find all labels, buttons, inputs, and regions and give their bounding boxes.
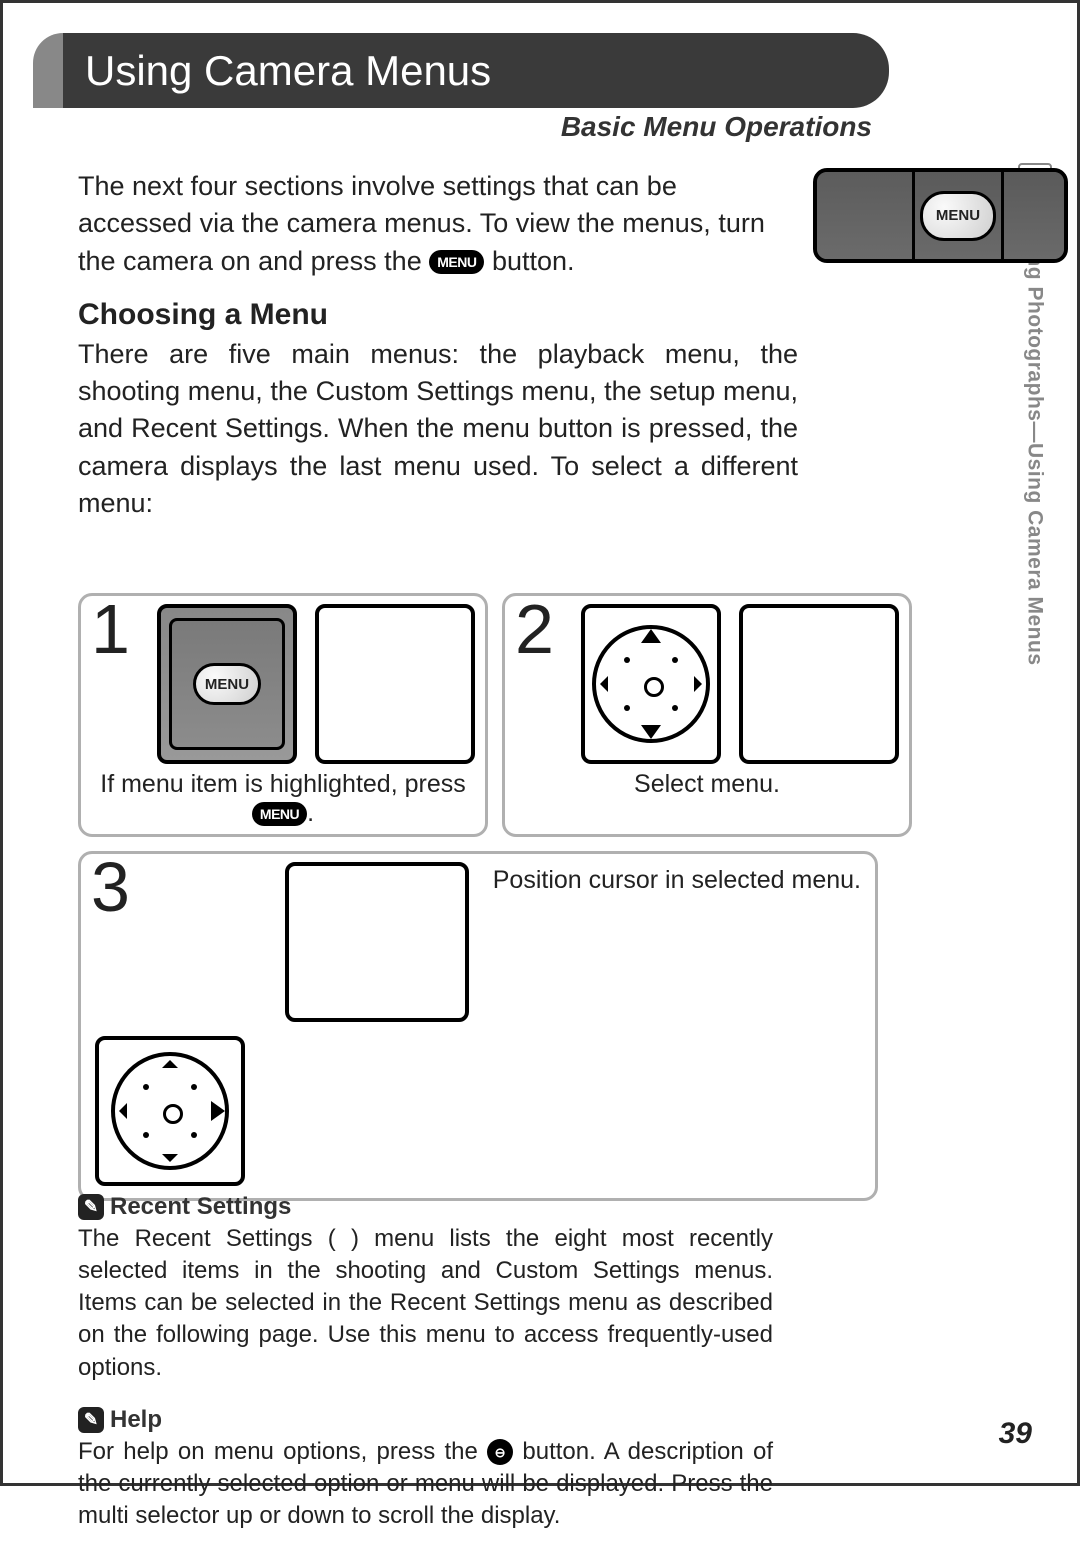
menu-pill-icon: MENU bbox=[429, 250, 484, 274]
step-2: 2 Select menu. bbox=[502, 593, 912, 837]
side-tab-label: Taking Photographs—Using Camera Menus bbox=[1023, 211, 1047, 666]
step-2-selector-illustration bbox=[581, 604, 721, 764]
step-3-screen-illustration bbox=[285, 862, 469, 1022]
step-1-screen-illustration bbox=[315, 604, 475, 764]
step-1-number: 1 bbox=[91, 598, 139, 661]
note-icon: ✎ bbox=[78, 1407, 104, 1433]
intro-text-b: button. bbox=[492, 246, 575, 276]
step-3-selector-illustration bbox=[95, 1036, 245, 1186]
help-body: For help on menu options, press the ⊖ bu… bbox=[78, 1436, 773, 1532]
page-header: Using Camera Menus bbox=[33, 33, 889, 108]
step-3-number: 3 bbox=[91, 856, 139, 919]
lock-key-icon: ⊖ bbox=[487, 1439, 513, 1465]
header-accent bbox=[33, 33, 63, 108]
step-1-caption: If menu item is highlighted, press MENU. bbox=[91, 770, 475, 828]
step-1-camera-illustration: MENU bbox=[157, 604, 297, 764]
page-number: 39 bbox=[999, 1417, 1032, 1451]
step-1: 1 MENU If menu item is highlighted, pres… bbox=[78, 593, 488, 837]
intro-paragraph: The next four sections involve settings … bbox=[78, 168, 798, 280]
notes-section: ✎ Recent Settings The Recent Settings ( … bbox=[78, 1193, 773, 1554]
menu-button-icon: MENU bbox=[920, 191, 996, 241]
main-text-column: The next four sections involve settings … bbox=[78, 168, 798, 538]
multi-selector-icon bbox=[592, 625, 710, 743]
page-title: Using Camera Menus bbox=[63, 33, 889, 108]
step-2-screen-illustration bbox=[739, 604, 899, 764]
help-heading: ✎ Help bbox=[78, 1406, 773, 1434]
step-2-caption: Select menu. bbox=[515, 770, 899, 799]
side-tab: Taking Photographs—Using Camera Menus bbox=[1017, 163, 1052, 863]
menu-pill-icon: MENU bbox=[252, 802, 307, 826]
step-2-number: 2 bbox=[515, 598, 563, 661]
recent-settings-heading: ✎ Recent Settings bbox=[78, 1193, 773, 1221]
multi-selector-icon bbox=[111, 1052, 229, 1170]
camera-back-illustration: MENU bbox=[813, 168, 1068, 263]
step-3: 3 Position cursor in selected menu. bbox=[78, 851, 878, 1201]
note-icon: ✎ bbox=[78, 1194, 104, 1220]
choosing-menu-body: There are five main menus: the playback … bbox=[78, 336, 798, 522]
page-subtitle: Basic Menu Operations bbox=[561, 111, 872, 143]
recent-settings-body: The Recent Settings ( ) menu lists the e… bbox=[78, 1223, 773, 1384]
step-3-caption: Position cursor in selected menu. bbox=[487, 862, 865, 895]
intro-text-a: The next four sections involve settings … bbox=[78, 171, 765, 276]
steps-container: 1 MENU If menu item is highlighted, pres… bbox=[78, 593, 878, 1201]
choosing-menu-heading: Choosing a Menu bbox=[78, 298, 798, 332]
menu-button-icon: MENU bbox=[193, 663, 261, 705]
